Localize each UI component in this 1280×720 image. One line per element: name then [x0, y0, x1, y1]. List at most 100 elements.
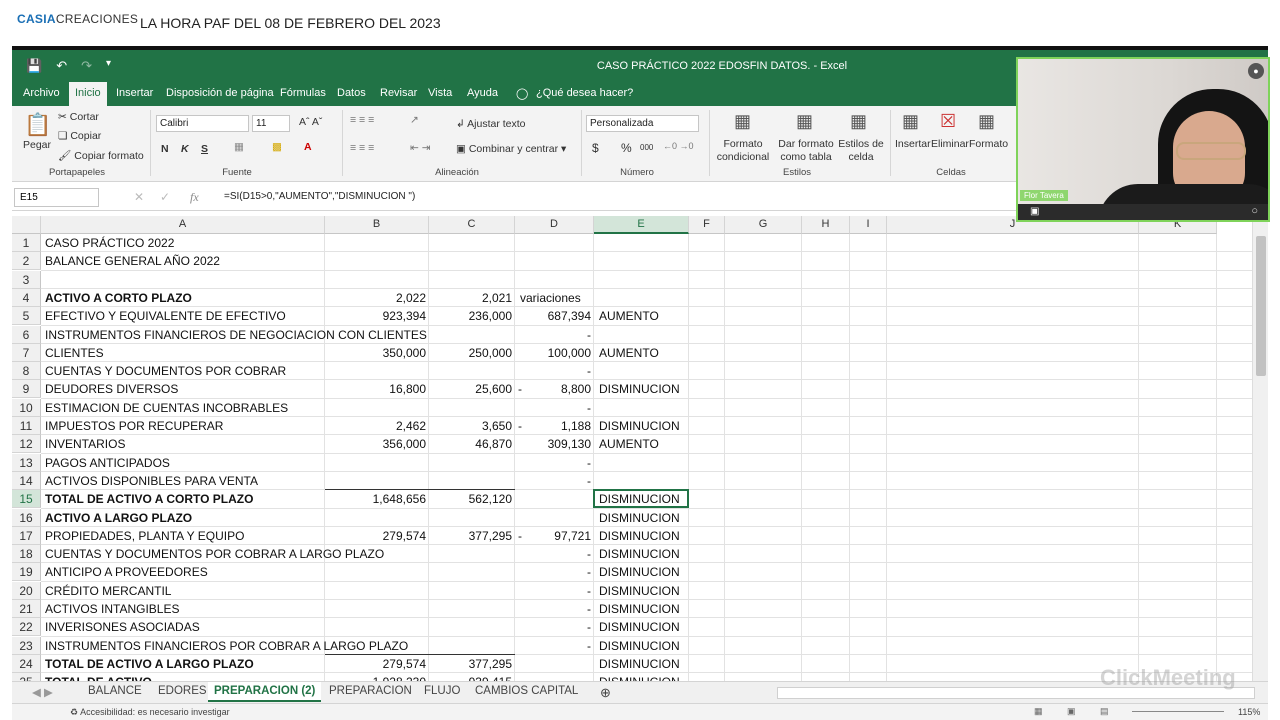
add-sheet-icon[interactable]: ⊕ — [600, 685, 611, 701]
cell-e23[interactable]: DISMINUCION — [596, 637, 716, 655]
cell-a21[interactable]: ACTIVOS INTANGIBLES — [42, 600, 542, 618]
copy-button[interactable]: ❏ Copiar — [58, 130, 101, 142]
column-header-e[interactable]: E — [594, 216, 689, 234]
decimal-icon[interactable]: ←0 →0 — [663, 141, 694, 151]
number-format-select[interactable]: Personalizada — [586, 115, 699, 132]
row-header[interactable]: 8 — [12, 362, 41, 381]
sheet-tab-edores[interactable]: EDORES — [158, 685, 207, 697]
cell-e17[interactable]: DISMINUCION — [596, 527, 716, 545]
column-header-d[interactable]: D — [515, 216, 594, 234]
confirm-icon[interactable]: ✓ — [160, 190, 170, 204]
column-header-g[interactable]: G — [725, 216, 802, 234]
sheet-nav-icon[interactable]: ◀ ▶ — [32, 685, 53, 699]
format-cells-button[interactable]: Formato — [969, 138, 1008, 150]
sheet-tab-preparacion-2[interactable]: PREPARACION (2) — [208, 682, 322, 702]
merge-center-button[interactable]: ▣ Combinar y centrar ▾ — [456, 143, 566, 155]
cell-d6[interactable]: - — [515, 326, 594, 344]
cell-e12[interactable]: AUMENTO — [596, 435, 716, 453]
cell-a23[interactable]: INSTRUMENTOS FINANCIEROS POR COBRAR A LA… — [42, 637, 542, 655]
spreadsheet-grid[interactable]: A B C D E F G H I J K 1 CASO PRÁCTICO 2022 2 BALANCE G… — [12, 216, 1252, 684]
row-header[interactable]: 14 — [12, 471, 41, 490]
tab-vista[interactable]: Vista — [428, 87, 452, 99]
cell-a1[interactable]: CASO PRÁCTICO 2022 — [42, 234, 542, 252]
cell-c4[interactable]: 2,021 — [429, 289, 515, 307]
row-header[interactable]: 7 — [12, 343, 41, 362]
column-header-i[interactable]: I — [850, 216, 887, 234]
sheet-tab-flujo[interactable]: FLUJO — [424, 685, 460, 697]
cell-e11[interactable]: DISMINUCION — [596, 417, 716, 435]
view-normal-icon[interactable]: ▦ — [1034, 706, 1043, 717]
align-left-icon[interactable]: ≡ ≡ ≡ — [350, 142, 374, 154]
thousands-button[interactable]: 000 — [640, 143, 653, 152]
cell-d21[interactable]: - — [515, 600, 594, 618]
currency-button[interactable]: $ — [592, 141, 599, 155]
camera-icon[interactable]: ▣ — [1030, 206, 1039, 217]
cell-a14[interactable]: ACTIVOS DISPONIBLES PARA VENTA — [42, 472, 542, 490]
zoom-level[interactable]: 115% — [1238, 707, 1260, 717]
grow-font-icon[interactable]: Aˆ Aˇ — [299, 116, 322, 128]
cell-d17[interactable]: 97,721 — [515, 527, 594, 545]
name-box[interactable]: E15 — [14, 188, 99, 207]
cell-a6[interactable]: INSTRUMENTOS FINANCIEROS DE NEGOCIACION … — [42, 326, 542, 344]
cell-a20[interactable]: CRÉDITO MERCANTIL — [42, 582, 542, 600]
row-header[interactable]: 24 — [12, 654, 41, 673]
row-header[interactable]: 12 — [12, 435, 41, 454]
paste-button[interactable]: Pegar — [23, 139, 51, 151]
row-header[interactable]: 23 — [12, 636, 41, 655]
cell-b17[interactable]: 279,574 — [325, 527, 429, 545]
indent-icon[interactable]: ⇤ ⇥ — [410, 142, 431, 154]
cell-b4[interactable]: 2,022 — [325, 289, 429, 307]
cell-b15[interactable]: 1,648,656 — [325, 490, 429, 508]
cell-a16[interactable]: ACTIVO A LARGO PLAZO — [42, 509, 542, 527]
cell-e18[interactable]: DISMINUCION — [596, 545, 716, 563]
format-painter-button[interactable]: 🖌 Copiar formato — [58, 149, 144, 162]
cell-e22[interactable]: DISMINUCION — [596, 618, 716, 636]
cell-d4[interactable]: variaciones — [517, 289, 607, 307]
tab-archivo[interactable]: Archivo — [23, 87, 60, 99]
accessibility-status[interactable]: ♻ Accesibilidad: es necesario investigar — [70, 707, 230, 718]
cancel-icon[interactable]: ✕ — [134, 190, 144, 204]
formula-input[interactable]: =SI(D15>0,"AUMENTO","DISMINUCION ") — [224, 191, 415, 202]
paste-icon[interactable]: 📋 — [24, 112, 51, 138]
row-header[interactable]: 5 — [12, 307, 41, 326]
column-header-b[interactable]: B — [325, 216, 429, 234]
tab-insertar[interactable]: Insertar — [116, 87, 153, 99]
cell-c5[interactable]: 236,000 — [429, 307, 515, 325]
cell-d19[interactable]: - — [515, 563, 594, 581]
cell-a13[interactable]: PAGOS ANTICIPADOS — [42, 454, 542, 472]
insert-function-button[interactable]: fx — [190, 190, 199, 205]
cell-e5[interactable]: AUMENTO — [596, 307, 716, 325]
cell-b9[interactable]: 16,800 — [325, 380, 429, 398]
font-name-select[interactable]: Calibri — [156, 115, 249, 132]
cell-a2[interactable]: BALANCE GENERAL AÑO 2022 — [42, 252, 542, 270]
cell-d22[interactable]: - — [515, 618, 594, 636]
cell-d12[interactable]: 309,130 — [515, 435, 594, 453]
underline-button[interactable]: S — [201, 143, 208, 155]
row-header[interactable]: 4 — [12, 288, 41, 307]
cell-d14[interactable]: - — [515, 472, 594, 490]
row-header[interactable]: 18 — [12, 545, 41, 564]
cell-c9[interactable]: 25,600 — [429, 380, 515, 398]
cell-d5[interactable]: 687,394 — [515, 307, 594, 325]
cell-e16[interactable]: DISMINUCION — [596, 509, 716, 527]
delete-cells-button[interactable]: Eliminar — [931, 138, 969, 150]
italic-button[interactable]: K — [181, 143, 189, 155]
row-header[interactable]: 19 — [12, 563, 41, 582]
cell-d23[interactable]: - — [515, 637, 594, 655]
cell-e21[interactable]: DISMINUCION — [596, 600, 716, 618]
row-header[interactable]: 1 — [12, 234, 41, 252]
row-header[interactable]: 9 — [12, 380, 41, 399]
cell-d9[interactable]: 8,800 — [515, 380, 594, 398]
cell-c15[interactable]: 562,120 — [429, 490, 515, 508]
tell-me-search[interactable]: ¿Qué desea hacer? — [536, 87, 633, 99]
select-all-corner[interactable] — [12, 216, 41, 234]
conditional-format-button[interactable]: Formato condicional — [712, 138, 774, 164]
tab-inicio[interactable]: Inicio — [69, 82, 107, 106]
cell-d10[interactable]: - — [515, 399, 594, 417]
zoom-slider[interactable] — [1132, 711, 1224, 712]
cell-d20[interactable]: - — [515, 582, 594, 600]
cell-e19[interactable]: DISMINUCION — [596, 563, 716, 581]
column-header-f[interactable]: F — [689, 216, 725, 234]
borders-icon[interactable]: ▦ — [234, 141, 244, 153]
row-header[interactable]: 21 — [12, 600, 41, 618]
